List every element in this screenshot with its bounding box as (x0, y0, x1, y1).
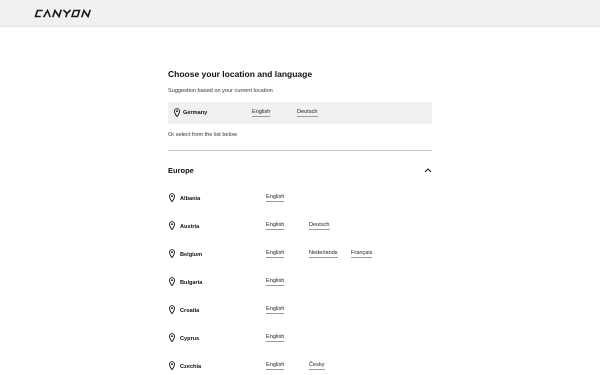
region-title[interactable]: Europe (168, 166, 194, 175)
language-link[interactable]: English (266, 194, 285, 202)
country-row: Albania English (168, 193, 432, 207)
divider (168, 150, 432, 151)
location-pin-icon (174, 108, 180, 117)
country-name: Belgium (180, 252, 203, 258)
location-pin-icon (169, 221, 175, 230)
country-name: Albania (180, 196, 201, 202)
location-pin-icon (169, 305, 175, 314)
language-link[interactable]: Česky (309, 362, 325, 370)
country-name: Czechia (180, 364, 202, 370)
country-row: Croatia English (168, 305, 432, 319)
suggested-language-link[interactable]: English (252, 109, 271, 117)
page-title: Choose your location and language (168, 69, 313, 79)
country-row: Cyprus English (168, 333, 432, 347)
location-pin-icon (169, 333, 175, 342)
country-name: Cyprus (180, 336, 200, 342)
language-link[interactable]: English (266, 334, 285, 342)
country-row: Austria English Deutsch (168, 221, 432, 235)
language-link[interactable]: Deutsch (309, 222, 330, 230)
suggested-location: Germany English Deutsch (168, 102, 432, 124)
language-link[interactable]: English (266, 250, 285, 258)
country-name: Austria (180, 224, 200, 230)
top-bar (0, 0, 600, 27)
suggested-language-link[interactable]: Deutsch (297, 109, 318, 117)
location-pin-icon (169, 277, 175, 286)
language-link[interactable]: Français (351, 250, 373, 258)
country-row: Czechia English Česky (168, 361, 432, 375)
location-pin-icon (169, 361, 175, 370)
country-row: Bulgaria English (168, 277, 432, 291)
language-link[interactable]: English (266, 222, 285, 230)
or-select-caption: Or select from the list below (168, 132, 238, 138)
language-link[interactable]: English (266, 362, 285, 370)
chevron-up-icon[interactable] (424, 167, 432, 173)
country-name: Bulgaria (180, 280, 203, 286)
language-link[interactable]: English (266, 306, 285, 314)
language-link[interactable]: Nederlands (309, 250, 338, 258)
canyon-logo[interactable] (34, 9, 94, 18)
language-link[interactable]: English (266, 278, 285, 286)
country-name: Croatia (180, 308, 200, 314)
location-pin-icon (169, 193, 175, 202)
suggested-country: Germany (183, 110, 208, 116)
country-row: Belgium English Nederlands Français (168, 249, 432, 263)
location-pin-icon (169, 249, 175, 258)
suggestion-caption: Suggestion based on your current locatio… (168, 88, 273, 94)
